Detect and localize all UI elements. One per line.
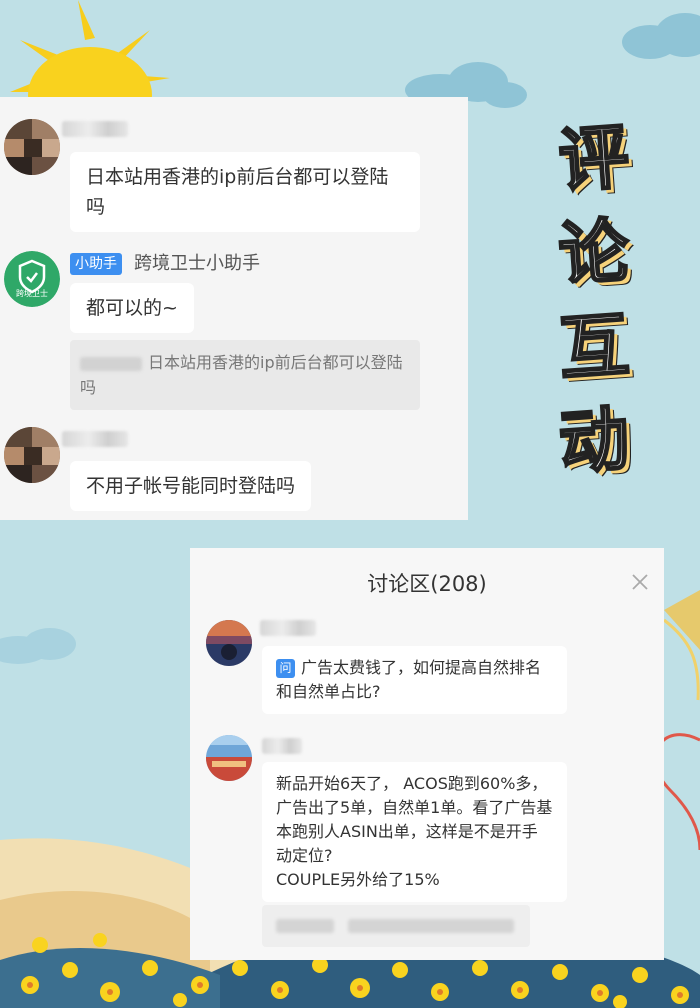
question-icon: 问 <box>276 659 295 678</box>
close-icon[interactable] <box>630 572 650 592</box>
blurred-username <box>262 738 302 754</box>
avatar[interactable] <box>206 620 252 666</box>
chat-message-bubble: 不用子帐号能同时登陆吗 <box>70 461 312 511</box>
chat-message-bubble: 都可以的~ <box>70 283 194 333</box>
blurred-username <box>62 121 128 137</box>
blurred-username <box>80 356 142 371</box>
assistant-avatar-label: 跨境卫士 <box>16 289 48 298</box>
assistant-avatar[interactable]: 跨境卫士 <box>4 251 60 307</box>
blurred-username <box>62 431 128 447</box>
quoted-comment <box>262 905 530 947</box>
side-title-char: 论 <box>555 208 633 297</box>
blurred-username <box>260 620 316 636</box>
avatar[interactable] <box>206 735 252 781</box>
avatar[interactable] <box>4 119 60 175</box>
discussion-title: 讨论区(208) <box>367 572 487 596</box>
chat-message-bubble: 日本站用香港的ip前后台都可以登陆吗 <box>70 152 420 232</box>
discussion-panel: 讨论区(208) 问广告太费钱了，如何提高自然排名和自然单占比? 新品开始6天了… <box>190 548 664 960</box>
avatar[interactable] <box>4 427 60 483</box>
comment-bubble: 问广告太费钱了，如何提高自然排名和自然单占比? <box>262 646 567 714</box>
side-title-char: 评 <box>555 114 633 203</box>
chat-panel: 日本站用香港的ip前后台都可以登陆吗 跨境卫士 小助手 跨境卫士小助手 都可以的… <box>0 97 468 520</box>
side-title: 评 论 互 动 <box>544 112 644 488</box>
assistant-badge: 小助手 <box>70 253 122 275</box>
comment-bubble: 新品开始6天了， ACOS跑到60%多，广告出了5单，自然单1单。看了广告基本跑… <box>262 762 567 902</box>
side-title-char: 互 <box>555 302 633 391</box>
comment-text: 广告太费钱了，如何提高自然排名和自然单占比? <box>276 658 542 701</box>
poster-scene: 日本站用香港的ip前后台都可以登陆吗 跨境卫士 小助手 跨境卫士小助手 都可以的… <box>0 0 700 1008</box>
sender-name: 跨境卫士小助手 <box>134 253 260 274</box>
side-title-char: 动 <box>555 396 633 485</box>
quoted-message: 日本站用香港的ip前后台都可以登陆吗 <box>70 340 420 410</box>
